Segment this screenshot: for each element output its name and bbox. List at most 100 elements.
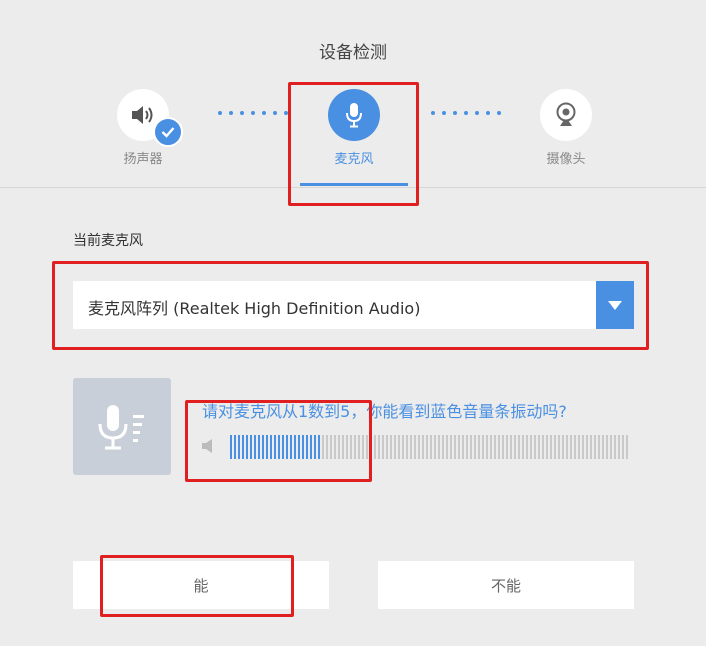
meter-bar-inactive (394, 435, 396, 459)
microphone-select[interactable]: 麦克风阵列 (Realtek High Definition Audio) (73, 281, 634, 329)
meter-bar-inactive (510, 435, 512, 459)
meter-bar-inactive (574, 435, 576, 459)
meter-bar-inactive (546, 435, 548, 459)
meter-bar-inactive (554, 435, 556, 459)
meter-bar-inactive (446, 435, 448, 459)
meter-bar-active (242, 435, 244, 459)
meter-bar-inactive (606, 435, 608, 459)
meter-bar-inactive (598, 435, 600, 459)
header-divider (0, 187, 706, 188)
step-camera[interactable]: 摄像头 (526, 89, 606, 167)
meter-bar-active (290, 435, 292, 459)
meter-bar-inactive (522, 435, 524, 459)
meter-bar-inactive (442, 435, 444, 459)
test-question: 请对麦克风从1数到5，你能看到蓝色音量条振动吗? (202, 402, 567, 421)
step-microphone[interactable]: 麦克风 (314, 89, 394, 167)
meter-bar-inactive (502, 435, 504, 459)
step-speaker-circle (117, 89, 183, 147)
yes-button[interactable]: 能 (73, 561, 329, 609)
meter-bar-active (282, 435, 284, 459)
speaker-icon (132, 106, 153, 124)
meter-bar-inactive (374, 435, 376, 459)
meter-bar-inactive (322, 435, 324, 459)
meter-bar-inactive (506, 435, 508, 459)
meter-bar-inactive (514, 435, 516, 459)
meter-bar-active (286, 435, 288, 459)
meter-bar-inactive (486, 435, 488, 459)
meter-bar-inactive (450, 435, 452, 459)
active-step-indicator (300, 183, 408, 186)
meter-bar-inactive (518, 435, 520, 459)
meter-bar-inactive (542, 435, 544, 459)
meter-bar-inactive (326, 435, 328, 459)
meter-bar-inactive (366, 435, 368, 459)
meter-bar-inactive (330, 435, 332, 459)
volume-icon (202, 439, 212, 453)
meter-bar-inactive (390, 435, 392, 459)
meter-bar-active (230, 435, 232, 459)
meter-bar-active (310, 435, 312, 459)
meter-bar-active (250, 435, 252, 459)
meter-bar-inactive (618, 435, 620, 459)
meter-bar-active (306, 435, 308, 459)
meter-bar-inactive (622, 435, 624, 459)
meter-bar-inactive (370, 435, 372, 459)
meter-bar-inactive (410, 435, 412, 459)
meter-bar-inactive (430, 435, 432, 459)
meter-bar-inactive (362, 435, 364, 459)
dropdown-arrow-button[interactable] (596, 281, 634, 329)
meter-bar-inactive (422, 435, 424, 459)
meter-bar-inactive (402, 435, 404, 459)
meter-bar-inactive (474, 435, 476, 459)
no-button[interactable]: 不能 (378, 561, 634, 609)
meter-bar-inactive (386, 435, 388, 459)
meter-bar-inactive (354, 435, 356, 459)
microphone-icon (346, 103, 362, 128)
meter-bar-inactive (346, 435, 348, 459)
meter-bar-inactive (498, 435, 500, 459)
meter-bar-inactive (406, 435, 408, 459)
microphone-select-value: 麦克风阵列 (Realtek High Definition Audio) (88, 299, 421, 318)
meter-bar-inactive (602, 435, 604, 459)
meter-bar-active (262, 435, 264, 459)
meter-bar-inactive (426, 435, 428, 459)
meter-bar-inactive (358, 435, 360, 459)
meter-bar-inactive (418, 435, 420, 459)
meter-bar-active (246, 435, 248, 459)
meter-bar-inactive (382, 435, 384, 459)
meter-bar-inactive (378, 435, 380, 459)
meter-bar-inactive (338, 435, 340, 459)
meter-bar-inactive (434, 435, 436, 459)
meter-bar-active (278, 435, 280, 459)
microphone-level-icon (98, 404, 144, 449)
meter-bar-inactive (550, 435, 552, 459)
step-microphone-label: 麦克风 (334, 152, 374, 167)
meter-bar-inactive (350, 435, 352, 459)
meter-bar-inactive (478, 435, 480, 459)
meter-bar-inactive (534, 435, 536, 459)
check-icon (153, 117, 183, 147)
step-speaker[interactable]: 扬声器 (103, 89, 183, 167)
meter-bar-inactive (526, 435, 528, 459)
step-connector-1 (218, 111, 288, 115)
meter-bar-inactive (578, 435, 580, 459)
meter-bar-inactive (482, 435, 484, 459)
meter-bar-inactive (570, 435, 572, 459)
step-microphone-circle (328, 89, 380, 141)
meter-bar-active (302, 435, 304, 459)
meter-bar-inactive (566, 435, 568, 459)
step-camera-circle (540, 89, 592, 141)
camera-icon (556, 102, 576, 126)
meter-bar-inactive (530, 435, 532, 459)
meter-bar-active (258, 435, 260, 459)
meter-bar-inactive (494, 435, 496, 459)
meter-bar-inactive (626, 435, 628, 459)
meter-bar-inactive (538, 435, 540, 459)
meter-bar-active (274, 435, 276, 459)
meter-bar-active (238, 435, 240, 459)
meter-bar-inactive (470, 435, 472, 459)
microphone-test-tile (73, 378, 171, 475)
meter-bar-active (318, 435, 320, 459)
meter-bar-active (266, 435, 268, 459)
meter-bar-active (314, 435, 316, 459)
